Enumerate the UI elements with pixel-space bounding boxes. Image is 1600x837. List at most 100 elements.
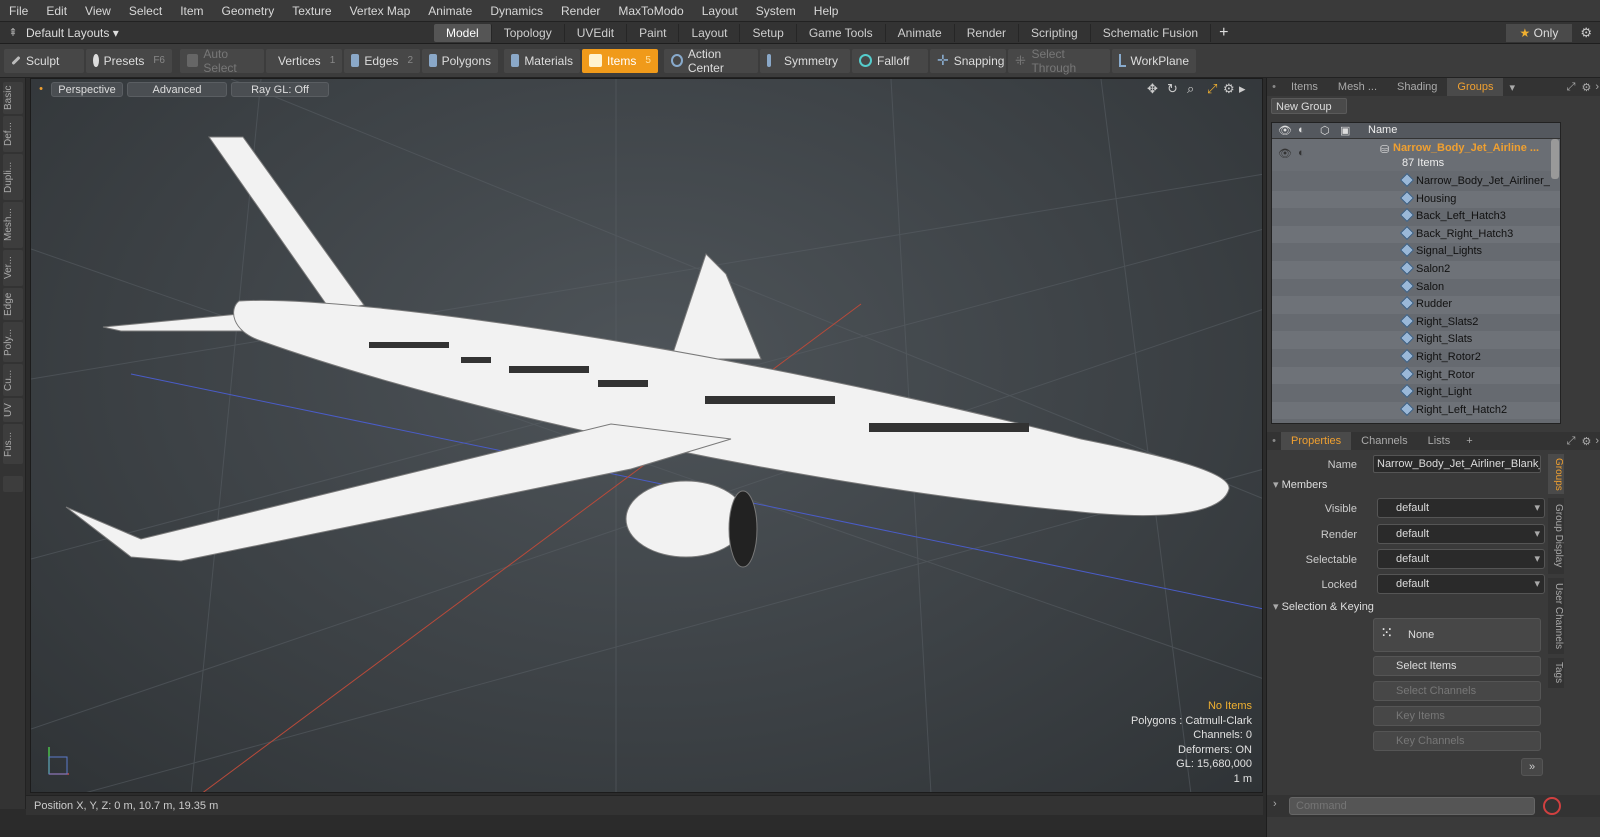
list-item[interactable]: Right_Slats2 (1272, 313, 1560, 332)
vertices-button[interactable]: Vertices 1 (266, 48, 342, 73)
symmetry-button[interactable]: Symmetry (760, 48, 850, 73)
list-item[interactable]: Right_Left_Hatch2 (1272, 401, 1560, 420)
locked-dropdown[interactable]: default (1377, 574, 1545, 594)
menu-maxtomodo[interactable]: MaxToModo (609, 4, 692, 18)
left-tab-expand[interactable] (3, 476, 23, 492)
chevron-right-icon[interactable]: › (1593, 435, 1600, 447)
command-input[interactable] (1289, 797, 1535, 815)
left-tab-polygon[interactable]: Poly... (3, 322, 23, 362)
select-channels-button[interactable]: Select Channels (1373, 681, 1541, 701)
orange-dot-icon[interactable]: • (35, 82, 47, 97)
sculpt-button[interactable]: Sculpt (4, 48, 84, 73)
select-through-button[interactable]: ⁜ Select Through (1008, 47, 1110, 75)
record-icon[interactable] (1543, 797, 1561, 815)
render-dropdown[interactable]: default (1377, 524, 1545, 544)
shading-dropdown[interactable]: Advanced (127, 82, 227, 97)
tab-properties[interactable]: Properties (1281, 432, 1352, 450)
list-item[interactable]: Right_Rotor2 (1272, 348, 1560, 367)
left-tab-uv[interactable]: UV (3, 398, 23, 422)
edges-button[interactable]: Edges 2 (344, 48, 420, 73)
only-toggle[interactable]: ★ Only (1505, 23, 1573, 42)
tab-scripting[interactable]: Scripting (1019, 23, 1091, 42)
expand-icon[interactable]: ⤢ (1563, 435, 1580, 448)
select-items-button[interactable]: Select Items (1373, 656, 1541, 676)
tab-layout[interactable]: Layout (679, 23, 741, 42)
list-scrollbar[interactable] (1551, 139, 1559, 179)
menu-file[interactable]: File (0, 4, 37, 18)
viewport-nav-controls[interactable]: ✥ ↻ ⌕ ⤢ ⚙ ▸ (1147, 82, 1246, 97)
falloff-button[interactable]: Falloff (852, 48, 928, 73)
tab-lists[interactable]: Lists (1418, 432, 1461, 450)
add-tab-icon[interactable]: + (1211, 24, 1236, 42)
tab-items[interactable]: Items (1281, 78, 1328, 96)
list-item[interactable]: Narrow_Body_Jet_Airliner_ ... (1272, 172, 1560, 205)
render-icon[interactable]: ◐ (1298, 124, 1305, 136)
items-button[interactable]: Items 5 (582, 48, 658, 73)
new-group-button[interactable]: New Group (1271, 98, 1347, 114)
menu-texture[interactable]: Texture (283, 4, 340, 18)
polygons-button[interactable]: Polygons (422, 48, 498, 73)
menu-edit[interactable]: Edit (37, 4, 76, 18)
name-column-header[interactable]: Name (1368, 124, 1397, 136)
menu-dynamics[interactable]: Dynamics (481, 4, 552, 18)
gear-icon[interactable]: ⚙ (1579, 435, 1593, 448)
eye-icon[interactable]: 👁 (1278, 124, 1292, 137)
layout-select[interactable]: Default Layouts ▾ (26, 26, 434, 40)
tab-uvedit[interactable]: UVEdit (565, 23, 628, 42)
tab-topology[interactable]: Topology (492, 23, 565, 42)
tab-setup[interactable]: Setup (740, 23, 797, 42)
group-row-selected[interactable]: 👁 ◐ ⛁ Narrow_Body_Jet_Airline ... 87 Ite… (1272, 139, 1560, 171)
presets-button[interactable]: Presets F6 (86, 48, 172, 73)
chevron-right-icon[interactable]: › (1593, 81, 1600, 93)
left-tab-curve[interactable]: Cu... (3, 364, 23, 396)
side-tab-tags[interactable]: Tags (1548, 658, 1564, 688)
tab-model[interactable]: Model (434, 23, 492, 42)
tab-channels[interactable]: Channels (1351, 432, 1417, 450)
list-item[interactable]: Signal_Lights (1272, 243, 1560, 261)
left-tab-vertex[interactable]: Ver... (3, 250, 23, 286)
tab-mesh[interactable]: Mesh ... (1328, 78, 1387, 96)
visible-dropdown[interactable]: default (1377, 498, 1545, 518)
chevron-down-icon[interactable]: ▾ (1503, 81, 1521, 94)
groups-list[interactable]: 👁 ◐ ⬡ ▣ Name 👁 ◐ ⛁ Narrow_Body_Jet_Airli… (1271, 122, 1561, 424)
menu-animate[interactable]: Animate (419, 4, 481, 18)
3d-viewport[interactable]: ✥ ↻ ⌕ ⤢ ⚙ ▸ • Perspective Advanced Ray G… (30, 78, 1263, 793)
list-item[interactable]: Back_Left_Hatch3 (1272, 208, 1560, 226)
menu-select[interactable]: Select (120, 4, 171, 18)
list-item[interactable]: Rudder (1272, 296, 1560, 314)
side-tab-user-channels[interactable]: User Channels (1548, 578, 1564, 654)
left-tab-basic[interactable]: Basic (3, 82, 23, 114)
side-tab-group-display[interactable]: Group Display (1548, 498, 1564, 574)
list-item[interactable]: Housing (1272, 190, 1560, 209)
lock-icon[interactable]: ⬡ (1320, 124, 1330, 137)
left-tab-edge[interactable]: Edge (3, 288, 23, 320)
tab-groups[interactable]: Groups (1447, 78, 1504, 96)
selectable-dropdown[interactable]: default (1377, 549, 1545, 569)
expand-icon[interactable]: ⤢ (1563, 81, 1580, 94)
left-tab-fusion[interactable]: Fus... (3, 424, 23, 464)
list-item[interactable]: Back_Right_Hatch3 (1272, 225, 1560, 244)
tab-schematic-fusion[interactable]: Schematic Fusion (1091, 23, 1212, 42)
menu-help[interactable]: Help (805, 4, 848, 18)
left-tab-mesh[interactable]: Mesh... (3, 202, 23, 248)
menu-geometry[interactable]: Geometry (213, 4, 284, 18)
materials-button[interactable]: Materials (504, 48, 580, 73)
selection-keying-section[interactable]: ▾ Selection & Keying (1273, 600, 1374, 613)
auto-select-button[interactable]: Auto Select (180, 47, 264, 75)
left-tab-duplicate[interactable]: Dupli... (3, 154, 23, 200)
key-channels-button[interactable]: Key Channels (1373, 731, 1541, 751)
select-icon[interactable]: ▣ (1340, 124, 1350, 137)
gear-icon[interactable]: ⚙ (1579, 81, 1593, 94)
menu-system[interactable]: System (747, 4, 805, 18)
list-item[interactable]: Right_Rotor (1272, 366, 1560, 385)
gear-icon[interactable]: ⚙ (1580, 25, 1592, 41)
side-tab-groups[interactable]: Groups (1548, 454, 1564, 494)
group-name-field[interactable] (1373, 455, 1541, 473)
workplane-button[interactable]: WorkPlane (1112, 48, 1196, 73)
render-icon[interactable]: ◐ (1298, 147, 1305, 159)
tab-paint[interactable]: Paint (627, 23, 680, 42)
raygl-dropdown[interactable]: Ray GL: Off (231, 82, 329, 97)
menu-vertex-map[interactable]: Vertex Map (341, 4, 420, 18)
forward-button[interactable]: » (1521, 758, 1543, 776)
action-center-button[interactable]: Action Center (664, 47, 758, 75)
